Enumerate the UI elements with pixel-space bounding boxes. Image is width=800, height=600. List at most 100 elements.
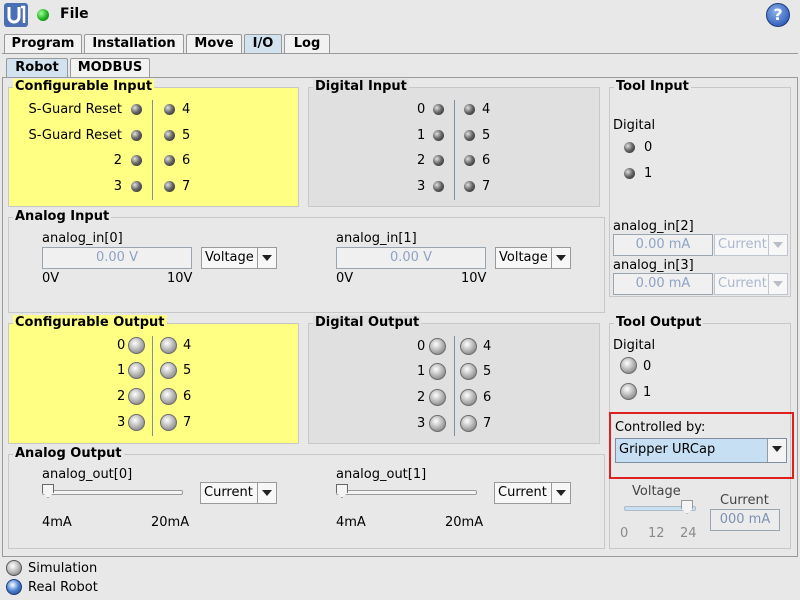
analog-in-1-value: 0.00 V — [336, 247, 486, 269]
analog-in-2-label: analog_in[2] — [613, 219, 694, 234]
tool-input-digital-label: 0 — [644, 140, 653, 155]
digital-output-button[interactable] — [460, 338, 477, 355]
digital-output-button[interactable] — [460, 363, 477, 380]
analog-in-1-min-label: 0V — [336, 271, 354, 286]
tab-move[interactable]: Move — [186, 34, 242, 53]
digital-output-label: 3 — [417, 416, 426, 431]
digital-input-led — [464, 130, 475, 141]
configurable-input-label: 2 — [113, 153, 122, 168]
configurable-input-label: S-Guard Reset — [28, 128, 122, 143]
analog-out-0-slider-track[interactable] — [42, 490, 183, 495]
tab-log[interactable]: Log — [284, 34, 330, 53]
configurable-output-button[interactable] — [128, 362, 145, 379]
tool-input-group: Tool Input Digital 0 1 analog_in[2] 0.00… — [609, 79, 791, 297]
digital-input-label: 3 — [417, 179, 426, 194]
configurable-input-label: 6 — [182, 153, 191, 168]
configurable-input-label: 5 — [182, 128, 191, 143]
tab-installation[interactable]: Installation — [84, 34, 184, 53]
configurable-output-button[interactable] — [128, 388, 145, 405]
tab-divider — [2, 53, 798, 54]
analog-out-1-mode-select[interactable]: Current — [494, 482, 571, 504]
help-button[interactable]: ? — [766, 3, 790, 27]
analog-in-2-mode-select[interactable]: Current — [714, 234, 788, 256]
chevron-down-icon — [768, 274, 787, 294]
digital-output-button[interactable] — [429, 363, 446, 380]
configurable-output-button[interactable] — [128, 337, 145, 354]
configurable-input-led — [164, 181, 175, 192]
tool-output-button[interactable] — [620, 383, 637, 400]
tool-output-digital-label: 0 — [643, 359, 652, 374]
configurable-output-button[interactable] — [160, 388, 177, 405]
tab-program[interactable]: Program — [4, 34, 82, 53]
chevron-down-icon — [257, 248, 276, 268]
configurable-input-label: 3 — [113, 179, 122, 194]
analog-in-0-label: analog_in[0] — [42, 231, 123, 246]
analog-input-title: Analog Input — [13, 209, 112, 225]
configurable-output-group: Configurable Output 0 1 2 3 4 5 6 7 — [8, 315, 299, 444]
tool-input-led — [624, 168, 635, 179]
digital-input-label: 7 — [482, 179, 491, 194]
digital-output-button[interactable] — [429, 415, 446, 432]
analog-out-0-slider-thumb[interactable] — [42, 484, 54, 498]
digital-input-label: 2 — [417, 153, 426, 168]
configurable-output-label: 6 — [183, 389, 192, 404]
tool-input-led — [624, 142, 635, 153]
tool-output-button[interactable] — [620, 357, 637, 374]
column-separator — [152, 336, 153, 436]
analog-in-1-mode-select[interactable]: Voltage — [495, 247, 571, 269]
tab-io[interactable]: I/O — [244, 34, 282, 53]
digital-output-label: 1 — [417, 364, 426, 379]
digital-output-button[interactable] — [429, 338, 446, 355]
digital-output-label: 7 — [483, 416, 492, 431]
digital-input-led — [464, 181, 475, 192]
analog-in-0-mode-select[interactable]: Voltage — [201, 247, 277, 269]
configurable-output-label: 0 — [117, 338, 126, 353]
subtab-modbus[interactable]: MODBUS — [70, 58, 150, 77]
column-separator — [454, 336, 455, 436]
configurable-output-button[interactable] — [160, 337, 177, 354]
digital-output-button[interactable] — [460, 415, 477, 432]
file-menu[interactable]: File — [60, 6, 89, 22]
tool-output-digital-label: 1 — [643, 385, 652, 400]
analog-in-0-mode-value: Voltage — [205, 250, 254, 265]
chevron-down-icon — [768, 235, 787, 255]
analog-in-2-value: 0.00 mA — [613, 234, 713, 256]
tool-voltage-slider-thumb[interactable] — [681, 500, 693, 514]
ur-logo-icon[interactable] — [4, 3, 28, 27]
analog-in-2-mode-value: Current — [718, 237, 767, 252]
analog-in-1-max-label: 10V — [461, 271, 487, 286]
analog-out-1-slider-track[interactable] — [336, 490, 477, 495]
digital-input-led — [433, 181, 444, 192]
analog-out-1-mode-value: Current — [498, 485, 547, 500]
digital-input-led — [433, 104, 444, 115]
chevron-down-icon — [551, 248, 570, 268]
simulation-radio[interactable] — [5, 559, 24, 578]
analog-out-1-slider-thumb[interactable] — [336, 484, 348, 498]
configurable-output-button[interactable] — [128, 414, 145, 431]
digital-output-button[interactable] — [460, 389, 477, 406]
chevron-down-icon — [767, 439, 786, 462]
digital-input-label: 1 — [417, 128, 426, 143]
controlled-by-select[interactable]: Gripper URCap — [615, 438, 787, 463]
digital-output-group: Digital Output 0 1 2 3 4 5 6 7 — [308, 315, 600, 444]
analog-in-3-mode-select[interactable]: Current — [714, 273, 788, 295]
tool-current-label: Current — [720, 493, 769, 508]
help-icon: ? — [773, 5, 783, 24]
analog-in-0-min-label: 0V — [42, 271, 60, 286]
subtab-robot[interactable]: Robot — [6, 58, 68, 77]
column-separator — [152, 100, 153, 200]
digital-input-label: 4 — [482, 102, 491, 117]
configurable-input-led — [131, 155, 142, 166]
real-robot-icon — [6, 579, 22, 595]
analog-in-0-value: 0.00 V — [42, 247, 192, 269]
digital-output-button[interactable] — [429, 389, 446, 406]
real-robot-radio[interactable] — [5, 578, 24, 597]
configurable-output-button[interactable] — [160, 362, 177, 379]
real-robot-label: Real Robot — [28, 580, 98, 595]
tool-input-title: Tool Input — [614, 79, 691, 95]
analog-input-group: Analog Input analog_in[0] 0.00 V Voltage… — [8, 209, 605, 313]
analog-out-1-max-label: 20mA — [445, 515, 484, 530]
configurable-output-button[interactable] — [160, 414, 177, 431]
configurable-output-label: 5 — [183, 363, 192, 378]
analog-out-0-mode-select[interactable]: Current — [200, 482, 277, 504]
